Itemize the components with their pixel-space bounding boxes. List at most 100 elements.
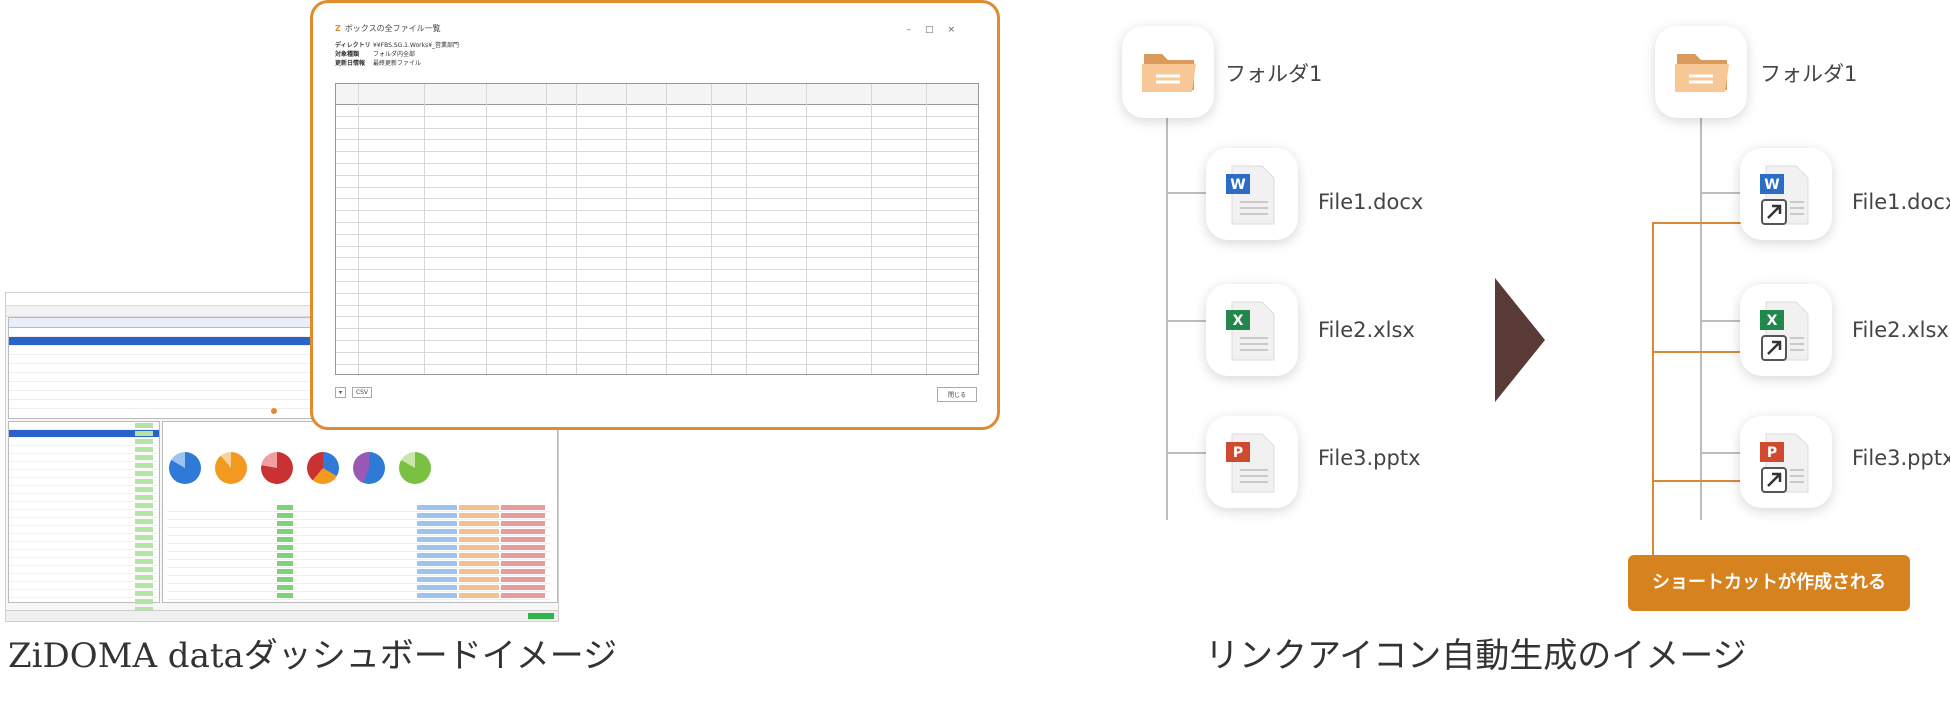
grid-cell-bar bbox=[501, 545, 545, 550]
grid-row[interactable] bbox=[167, 576, 551, 584]
tree-row[interactable] bbox=[9, 566, 159, 574]
tree-row[interactable] bbox=[9, 590, 159, 598]
folder-icon bbox=[1142, 54, 1196, 92]
table-row[interactable] bbox=[336, 258, 978, 271]
tree-row[interactable] bbox=[9, 518, 159, 526]
file-label: File1.docx bbox=[1318, 190, 1424, 214]
tree-row[interactable] bbox=[9, 598, 159, 606]
close-button[interactable]: 閉じる bbox=[936, 387, 977, 402]
grid-row[interactable] bbox=[167, 592, 551, 600]
file-tile[interactable]: P bbox=[1206, 416, 1298, 508]
table-row[interactable] bbox=[336, 176, 978, 188]
grid-cell-bar bbox=[459, 513, 499, 518]
grid-cell-bar bbox=[417, 577, 457, 582]
table-header bbox=[336, 84, 978, 105]
info-value: 最終更新ファイル bbox=[373, 60, 422, 67]
tree-row[interactable] bbox=[9, 446, 159, 454]
pie-chart bbox=[169, 452, 201, 484]
grid-cell-bar bbox=[459, 569, 499, 574]
info-value: フォルダ内全部 bbox=[373, 51, 416, 58]
table-row[interactable] bbox=[336, 152, 978, 164]
grid-row[interactable] bbox=[167, 568, 551, 576]
table-row[interactable] bbox=[336, 329, 978, 341]
table-row[interactable] bbox=[336, 199, 978, 212]
tree-row[interactable] bbox=[9, 558, 159, 566]
export-button[interactable]: CSV bbox=[351, 387, 373, 398]
table-row[interactable] bbox=[336, 211, 978, 223]
file-tile[interactable]: W bbox=[1206, 148, 1298, 240]
grid-cell-bar bbox=[277, 537, 293, 542]
table-row[interactable] bbox=[336, 341, 978, 353]
tree-row[interactable] bbox=[9, 478, 159, 486]
tree-row[interactable] bbox=[9, 574, 159, 582]
svg-text:W: W bbox=[1230, 177, 1245, 193]
tree-row[interactable] bbox=[9, 526, 159, 534]
shortcut-file-tile[interactable]: P bbox=[1740, 416, 1832, 508]
grid-cell-bar bbox=[277, 513, 293, 518]
grid-cell-bar bbox=[501, 569, 545, 574]
grid-row[interactable] bbox=[167, 504, 551, 512]
grid-row[interactable] bbox=[167, 544, 551, 552]
file-list-table[interactable] bbox=[335, 83, 979, 375]
table-row[interactable] bbox=[336, 353, 978, 365]
table-row[interactable] bbox=[336, 306, 978, 318]
table-row[interactable] bbox=[336, 294, 978, 306]
grid-row[interactable] bbox=[167, 512, 551, 520]
grid-cell-bar bbox=[277, 545, 293, 550]
usage-bar bbox=[135, 431, 153, 436]
table-row[interactable] bbox=[336, 140, 978, 153]
table-row[interactable] bbox=[336, 270, 978, 282]
table-row[interactable] bbox=[336, 117, 978, 129]
grid-cell-bar bbox=[277, 569, 293, 574]
tree-row[interactable] bbox=[9, 510, 159, 518]
table-row[interactable] bbox=[336, 317, 978, 330]
tree-row[interactable] bbox=[9, 534, 159, 542]
table-row[interactable] bbox=[336, 235, 978, 247]
shortcut-file-tile[interactable]: W bbox=[1740, 148, 1832, 240]
tree-line bbox=[1166, 118, 1168, 520]
grid-cell-bar bbox=[501, 513, 545, 518]
grid-row[interactable] bbox=[167, 520, 551, 528]
table-row[interactable] bbox=[336, 129, 978, 141]
window-controls[interactable]: –□× bbox=[906, 25, 969, 35]
table-row[interactable] bbox=[336, 365, 978, 374]
file-tile[interactable]: X bbox=[1206, 284, 1298, 376]
grid-row[interactable] bbox=[167, 536, 551, 544]
table-row[interactable] bbox=[336, 223, 978, 235]
usage-bar bbox=[135, 423, 153, 428]
grid-row[interactable] bbox=[167, 552, 551, 560]
column-divider bbox=[806, 84, 807, 374]
tree-row[interactable] bbox=[9, 542, 159, 550]
tree-row[interactable] bbox=[9, 462, 159, 470]
tree-row[interactable] bbox=[9, 430, 159, 438]
tree-row[interactable] bbox=[9, 582, 159, 590]
status-bar bbox=[6, 610, 558, 621]
tree-row[interactable] bbox=[9, 454, 159, 462]
dashboard-data-grid[interactable] bbox=[167, 504, 551, 600]
tree-row[interactable] bbox=[9, 470, 159, 478]
grid-row[interactable] bbox=[167, 528, 551, 536]
tree-row[interactable] bbox=[9, 422, 159, 430]
table-row[interactable] bbox=[336, 282, 978, 294]
tree-branch bbox=[1166, 452, 1206, 454]
tree-row[interactable] bbox=[9, 438, 159, 446]
folder-label: フォルダ1 bbox=[1760, 62, 1858, 86]
grid-row[interactable] bbox=[167, 560, 551, 568]
encoding-select[interactable]: ▾ bbox=[335, 387, 347, 398]
tree-row[interactable] bbox=[9, 502, 159, 510]
usage-bar bbox=[135, 511, 153, 516]
tree-line bbox=[1700, 118, 1702, 520]
tree-row[interactable] bbox=[9, 494, 159, 502]
folder-tile[interactable] bbox=[1655, 26, 1747, 118]
folder-tree[interactable] bbox=[8, 421, 160, 614]
folder-tile[interactable] bbox=[1122, 26, 1214, 118]
shortcut-file-tile[interactable]: X bbox=[1740, 284, 1832, 376]
table-row[interactable] bbox=[336, 188, 978, 200]
table-row[interactable] bbox=[336, 247, 978, 259]
tree-branch bbox=[1166, 192, 1206, 194]
tree-row[interactable] bbox=[9, 550, 159, 558]
grid-row[interactable] bbox=[167, 584, 551, 592]
table-row[interactable] bbox=[336, 105, 978, 117]
tree-row[interactable] bbox=[9, 486, 159, 494]
table-row[interactable] bbox=[336, 164, 978, 176]
